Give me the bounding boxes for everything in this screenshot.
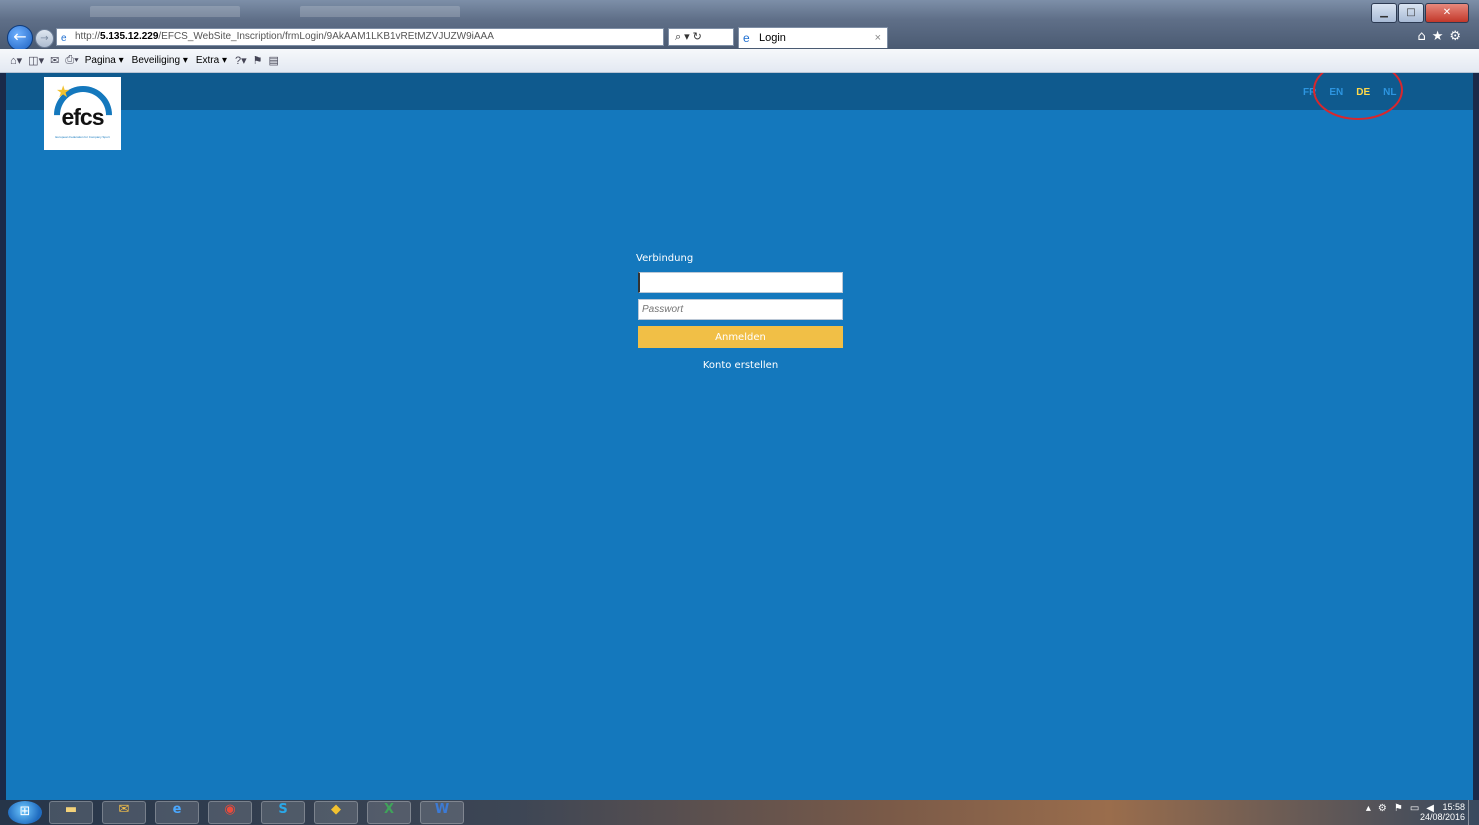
skype-icon[interactable]: S [261,801,305,824]
star-icon: ★ [56,82,71,101]
chrome-icon[interactable]: ◉ [208,801,252,824]
logo-text: efcs [61,104,104,130]
home-icon[interactable]: ⌂▾ [10,54,22,67]
tab-close-icon[interactable]: × [875,28,881,48]
security-shield-icon[interactable]: ◆ [314,801,358,824]
create-account-link[interactable]: Konto erstellen [638,360,843,371]
url-host: 5.135.12.229 [100,31,159,42]
outlook-icon[interactable]: ✉ [102,801,146,824]
help-icon[interactable]: ?▾ [235,54,247,67]
research-icon[interactable]: ⚑ [253,54,263,67]
word-icon[interactable]: W [420,801,464,824]
maximize-button[interactable]: □ [1398,3,1424,23]
browser-title-bar: ▁ □ ✕ ← → e http://5.135.12.229/EFCS_WebS… [0,0,1479,51]
form-title: Verbindung [636,253,694,264]
menu-extra[interactable]: Extra ▾ [196,55,227,66]
mail-icon[interactable]: ✉ [50,54,59,67]
back-button[interactable]: ← [7,25,33,51]
url-path: /EFCS_WebSite_Inscription/frmLogin/9AkAA… [158,31,494,42]
page-content: ★ efcs European Federation for Company S… [6,73,1473,800]
ie-icon[interactable]: e [155,801,199,824]
clock-date: 24/08/2016 [1419,812,1465,822]
close-window-button[interactable]: ✕ [1425,3,1469,23]
background-tab[interactable] [90,6,240,17]
tab-title: Login [759,32,786,44]
onenote-icon[interactable]: ▤ [269,54,279,67]
start-button[interactable]: ⊞ [8,801,42,824]
highlight-circle [1313,73,1403,120]
address-bar[interactable]: e http://5.135.12.229/EFCS_WebSite_Inscri… [56,28,664,46]
page-header [6,73,1473,110]
home-favorites-tools-icon[interactable]: ⌂★⚙ [1417,29,1467,44]
clock[interactable]: 15:58 24/08/2016 [1420,802,1465,822]
ie-icon: e [743,31,750,45]
show-desktop-button[interactable] [1468,800,1479,825]
clock-time: 15:58 [1442,802,1465,812]
background-tab[interactable] [300,6,460,17]
efcs-logo[interactable]: ★ efcs European Federation for Company S… [41,73,125,157]
search-refresh-controls[interactable]: ⌕▾↻ [668,28,734,46]
url-prefix: http:// [75,31,101,42]
menu-page[interactable]: Pagina ▾ [85,55,124,66]
feeds-icon[interactable]: ◫▾ [28,54,44,67]
page-icon: e [61,33,67,44]
forward-button[interactable]: → [35,29,54,48]
menu-security[interactable]: Beveiliging ▾ [132,55,188,66]
login-button[interactable]: Anmelden [638,326,843,348]
tab-login[interactable]: e Login × [738,27,888,48]
excel-icon[interactable]: X [367,801,411,824]
password-input[interactable] [638,299,843,320]
explorer-icon[interactable]: ▬ [49,801,93,824]
window-controls: ▁ □ ✕ [1370,3,1469,23]
login-form: Verbindung Anmelden Konto erstellen [636,253,843,371]
logo-tagline: European Federation for Company Sport [55,135,110,139]
username-input[interactable] [638,272,843,293]
taskbar: ⊞ ▬ ✉ e ◉ S ◆ X W ▴⚙⚑▭◀ 15:58 24/08/2016 [0,800,1479,825]
minimize-button[interactable]: ▁ [1371,3,1397,23]
print-icon[interactable]: ⎙▾ [65,54,78,67]
command-bar: ⌂▾ ◫▾ ✉ ⎙▾ Pagina ▾ Beveiliging ▾ Extra … [0,49,1479,73]
